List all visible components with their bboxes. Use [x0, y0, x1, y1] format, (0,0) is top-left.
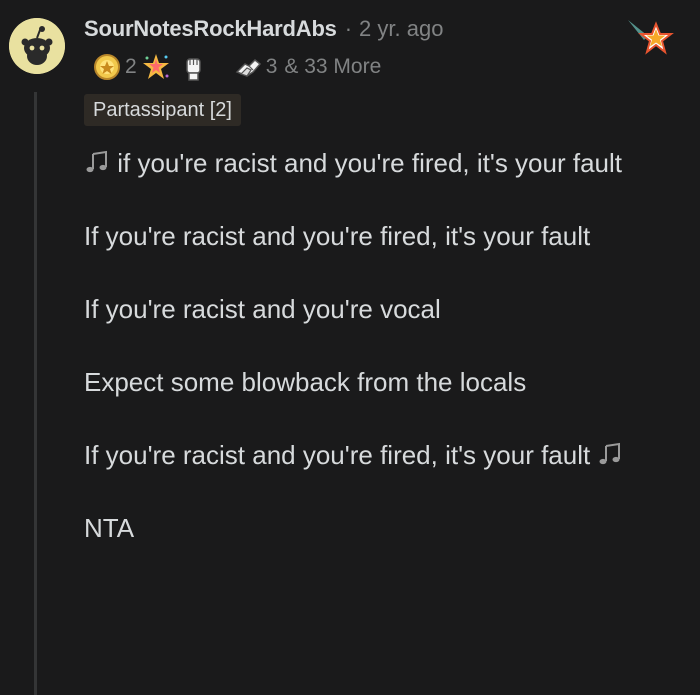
username-link[interactable]: SourNotesRockHardAbs: [84, 16, 337, 42]
paragraph-text: If you're racist and you're vocal: [84, 294, 441, 324]
paragraph-text: If you're racist and you're fired, it's …: [84, 440, 598, 470]
comment-body: if you're racist and you're fired, it's …: [84, 142, 674, 580]
comment-paragraph: If you're racist and you're fired, it's …: [84, 434, 674, 477]
shooting-star-award-icon[interactable]: [626, 16, 674, 64]
award-count: 2: [125, 55, 137, 78]
thread-line[interactable]: [34, 92, 37, 695]
comment-paragraph: Expect some blowback from the locals: [84, 361, 674, 404]
helpful-award-icon[interactable]: [92, 52, 122, 82]
fist-raise-award-icon[interactable]: [178, 52, 208, 82]
separator-dot: ·: [344, 16, 353, 41]
comment-paragraph: If you're racist and you're vocal: [84, 288, 674, 331]
awards-row[interactable]: 2 3 & 33 More: [92, 50, 381, 84]
more-awards-link[interactable]: & 33 More: [284, 55, 381, 79]
comment-header: SourNotesRockHardAbs · 2 yr. ago: [84, 12, 443, 46]
user-flair: Partassipant [2]: [84, 94, 241, 126]
music-note-icon: [84, 145, 110, 173]
paragraph-text: NTA: [84, 513, 135, 543]
award-count: 3: [265, 55, 278, 78]
timestamp-link[interactable]: 2 yr. ago: [359, 16, 443, 42]
respect-award-icon[interactable]: [233, 52, 263, 82]
paragraph-text: If you're racist and you're fired, it's …: [84, 221, 591, 251]
paragraph-text: Expect some blowback from the locals: [84, 367, 527, 397]
avatar[interactable]: [9, 18, 65, 74]
comment-paragraph: if you're racist and you're fired, it's …: [84, 142, 674, 185]
wholesome-seal-award-icon[interactable]: [141, 52, 171, 82]
paragraph-text: if you're racist and you're fired, it's …: [110, 148, 623, 178]
comment-paragraph: If you're racist and you're fired, it's …: [84, 215, 674, 258]
comment-paragraph: NTA: [84, 507, 674, 550]
music-note-icon: [597, 437, 623, 465]
snoo-avatar-icon: [9, 18, 65, 74]
